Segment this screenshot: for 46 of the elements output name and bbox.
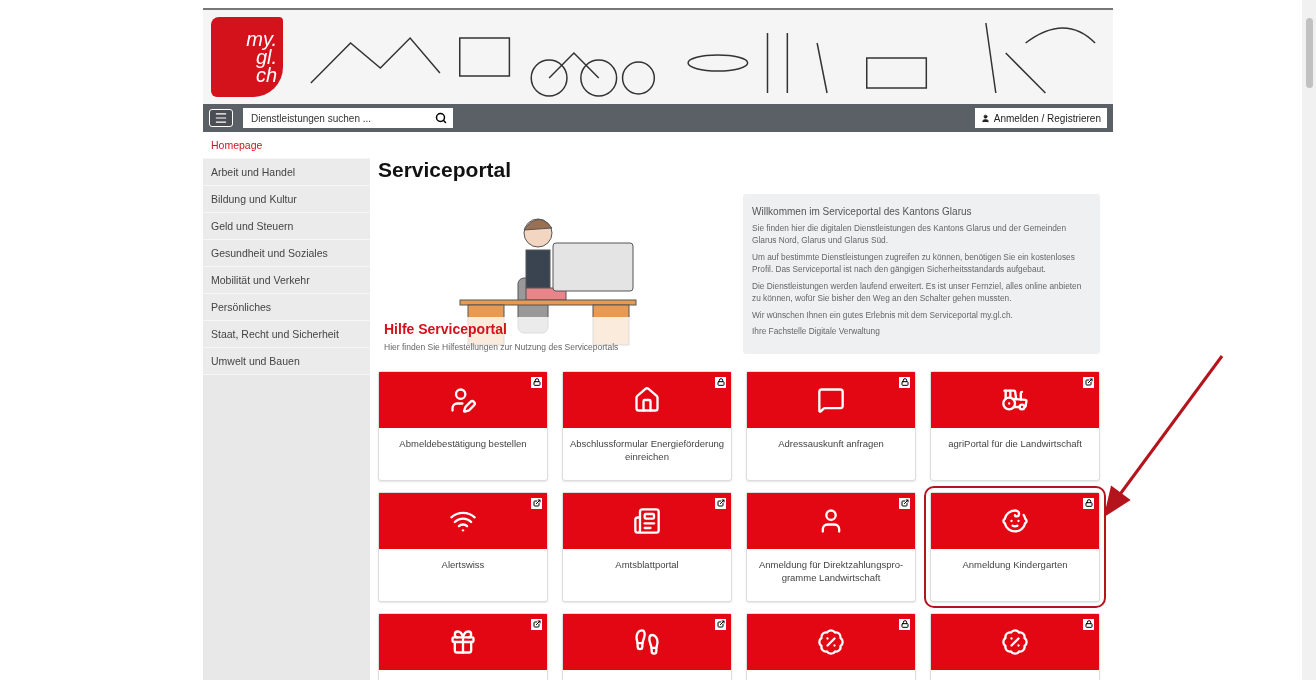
service-title: Abmeldebestätigung bestellen xyxy=(398,436,528,451)
gift-icon xyxy=(449,627,477,656)
page-title: Serviceportal xyxy=(378,158,513,182)
service-card[interactable]: agriPortal für die Landwirtschaft xyxy=(930,370,1100,481)
welcome-text: Ihre Fachstelle Digitale Verwaltung xyxy=(752,325,881,338)
welcome-title: Willkommen im Serviceportal des Kantons Glarus xyxy=(752,206,973,217)
service-card[interactable]: Abschlussformular Energieförderung einreichen xyxy=(562,370,732,481)
service-title: agriPortal für die Landwirtschaft xyxy=(947,436,1083,451)
service-title: Alertswiss xyxy=(440,557,486,572)
service-card[interactable]: Anmeldung für Direktzahlungspro-gramme Landwirtschaft xyxy=(746,491,916,602)
service-card[interactable]: Alertswiss xyxy=(378,491,548,602)
scrollbar[interactable] xyxy=(1302,0,1316,680)
search-field[interactable]: Dienstleistungen suchen ... xyxy=(243,108,453,128)
percent-badge-icon xyxy=(1001,627,1029,656)
footprints-icon xyxy=(633,627,661,656)
logo[interactable]: my. gl. ch xyxy=(211,17,283,97)
house-icon xyxy=(633,385,661,414)
newspaper-icon xyxy=(633,506,661,535)
logo-text: ch xyxy=(255,66,277,84)
service-title: Anmeldung Kindergarten xyxy=(961,557,1069,572)
service-card[interactable]: Adressauskunft anfragen xyxy=(746,370,916,481)
message-icon xyxy=(817,385,845,414)
service-card[interactable]: Abmeldebestätigung bestellen xyxy=(378,370,548,481)
search-icon[interactable] xyxy=(435,112,447,124)
service-title: Amtsblattportal xyxy=(614,557,680,572)
welcome-text: Sie finden hier die digitalen Dienstleistungen des Kantons Glarus und der Gemeinden Glarus Nord, Glarus und Glarus Süd. xyxy=(752,222,1068,247)
welcome-text: Die Dienstleistungen werden laufend erweitert. Es ist unser Fernziel, alles online anbieten zu können, wofür Sie bisher den Weg an den Schalter gehen mussten. xyxy=(752,279,1083,305)
menu-button[interactable] xyxy=(209,109,233,127)
baby-icon xyxy=(1001,506,1029,535)
welcome-text: Wir wünschen Ihnen ein gutes Erlebnis mit dem Serviceportal my.gl.ch. xyxy=(752,308,1014,322)
welcome-text: Um auf bestimmte Dienstleistungen zugreifen zu können, benötigen Sie ein kostenloses Profil. Das Serviceportal ist nach den gängigen Sicherheitsstandards aufgebaut. xyxy=(752,250,1076,276)
service-title: Anmeldung für Direktzahlungspro-gramme Landwirtschaft xyxy=(757,557,905,586)
help-text: Hier finden Sie Hilfestellungen zur Nutzung des Serviceportals xyxy=(384,341,620,352)
service-card[interactable]: Anmeldung Kindergarten xyxy=(930,491,1100,602)
service-card[interactable]: Amtsblattportal xyxy=(562,491,732,602)
percent-badge-icon xyxy=(817,627,845,656)
menu-icon xyxy=(214,111,228,125)
sidebar-item[interactable]: Homepage xyxy=(203,132,370,159)
login-button[interactable]: Anmelden / Registrieren xyxy=(974,108,1107,128)
help-title: Hilfe Serviceportal xyxy=(384,320,508,337)
service-title: Adressauskunft anfragen xyxy=(777,436,885,451)
user-icon xyxy=(980,113,990,123)
logo-text: my. xyxy=(246,30,277,48)
logo-text: gl. xyxy=(255,48,277,66)
service-title: Abschlussformular Energieförderung einreichen xyxy=(568,436,726,465)
user-pen-icon xyxy=(449,385,477,414)
